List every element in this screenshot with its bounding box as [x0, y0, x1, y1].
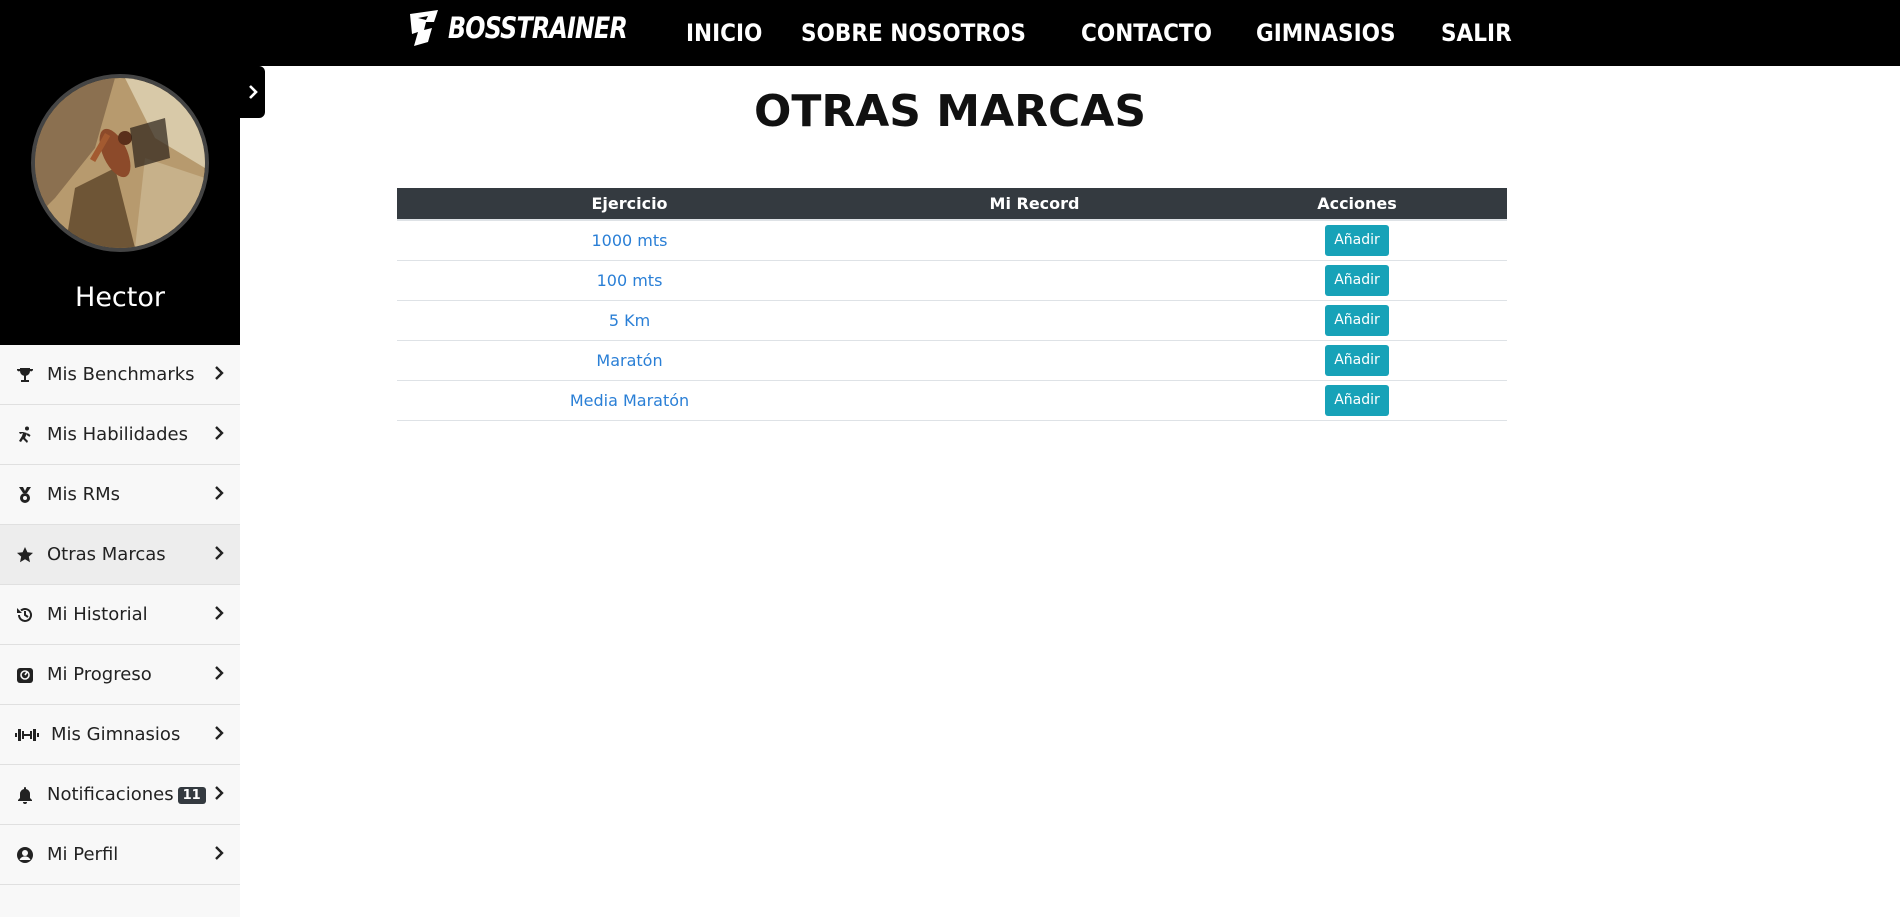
profile-panel: Hector	[0, 66, 240, 345]
main-nav: INICIO SOBRE NOSOTROS CONTACTO GIMNASIOS…	[686, 0, 1550, 66]
record-cell	[862, 380, 1207, 421]
chevron-right-icon	[214, 605, 224, 625]
bell-icon	[15, 785, 35, 805]
sidebar-item-mi-progreso[interactable]: Mi Progreso	[0, 645, 240, 705]
running-icon	[15, 425, 35, 445]
nav-salir[interactable]: SALIR	[1441, 19, 1512, 47]
record-cell	[862, 220, 1207, 261]
chevron-right-icon	[214, 665, 224, 685]
sidebar-menu: Mis Benchmarks Mis Habilidades Mis RMs O…	[0, 345, 240, 885]
column-header-acciones: Acciones	[1207, 188, 1507, 221]
sidebar-item-label: Mi Historial	[47, 604, 148, 625]
record-cell	[862, 300, 1207, 341]
progress-icon	[15, 665, 35, 685]
avatar-photo	[35, 78, 205, 248]
sidebar-item-label: Mis Gimnasios	[51, 724, 181, 745]
star-icon	[15, 545, 35, 565]
record-cell	[862, 340, 1207, 381]
chevron-right-icon	[214, 725, 224, 745]
sidebar: Hector Mis Benchmarks Mis Habilidades Mi…	[0, 66, 240, 917]
sidebar-item-label: Notificaciones 11	[47, 784, 206, 805]
top-navbar: BOSSTRAINER INICIO SOBRE NOSOTROS CONTAC…	[0, 0, 1900, 66]
sidebar-item-label: Mis RMs	[47, 484, 121, 505]
medal-icon	[15, 485, 35, 505]
brand-logo[interactable]: BOSSTRAINER	[408, 6, 666, 50]
chevron-right-icon	[214, 845, 224, 865]
sidebar-item-notificaciones[interactable]: Notificaciones 11	[0, 765, 240, 825]
exercise-link[interactable]: 1000 mts	[592, 231, 668, 250]
sidebar-item-mi-perfil[interactable]: Mi Perfil	[0, 825, 240, 885]
sidebar-item-label-text: Notificaciones	[47, 784, 174, 805]
table-row: 1000 mts Añadir	[397, 220, 1507, 261]
logo-icon	[410, 10, 438, 46]
sidebar-item-mi-historial[interactable]: Mi Historial	[0, 585, 240, 645]
nav-inicio[interactable]: INICIO	[686, 19, 762, 47]
sidebar-item-mis-gimnasios[interactable]: Mis Gimnasios	[0, 705, 240, 765]
add-record-button[interactable]: Añadir	[1325, 344, 1389, 376]
chevron-right-icon	[214, 425, 224, 445]
username: Hector	[75, 282, 165, 313]
user-circle-icon	[15, 845, 35, 865]
sidebar-item-otras-marcas[interactable]: Otras Marcas	[0, 525, 240, 585]
page-title: OTRAS MARCAS	[753, 86, 1147, 137]
record-cell	[862, 260, 1207, 301]
trophy-icon	[15, 365, 35, 385]
dumbbell-icon	[15, 725, 39, 745]
sidebar-item-label: Otras Marcas	[47, 544, 166, 565]
avatar	[31, 74, 209, 252]
sidebar-item-mis-benchmarks[interactable]: Mis Benchmarks	[0, 345, 240, 405]
logo-text: BOSSTRAINER	[448, 11, 628, 45]
add-record-button[interactable]: Añadir	[1325, 264, 1389, 296]
table-row: 100 mts Añadir	[397, 260, 1507, 301]
add-record-button[interactable]: Añadir	[1325, 304, 1389, 336]
column-header-mi-record: Mi Record	[862, 188, 1207, 221]
exercise-link[interactable]: 100 mts	[597, 271, 663, 290]
exercise-link[interactable]: Media Maratón	[570, 391, 689, 410]
chevron-right-icon	[214, 365, 224, 385]
sidebar-item-mis-rms[interactable]: Mis RMs	[0, 465, 240, 525]
records-table: Ejercicio Mi Record Acciones 1000 mts Añ…	[397, 188, 1507, 421]
table-row: Media Maratón Añadir	[397, 380, 1507, 421]
notification-count-badge: 11	[177, 786, 206, 804]
chevron-right-icon	[214, 485, 224, 505]
sidebar-item-label: Mis Benchmarks	[47, 364, 195, 385]
chevron-right-icon	[214, 785, 224, 805]
table-header-row: Ejercicio Mi Record Acciones	[397, 188, 1507, 221]
nav-contacto[interactable]: CONTACTO	[1081, 19, 1212, 47]
column-header-ejercicio: Ejercicio	[397, 188, 862, 221]
exercise-link[interactable]: Maratón	[596, 351, 662, 370]
sidebar-item-label: Mi Progreso	[47, 664, 152, 685]
nav-sobre-nosotros[interactable]: SOBRE NOSOTROS	[801, 19, 1026, 47]
table-row: 5 Km Añadir	[397, 300, 1507, 341]
add-record-button[interactable]: Añadir	[1325, 384, 1389, 416]
history-icon	[15, 605, 35, 625]
table-row: Maratón Añadir	[397, 340, 1507, 381]
sidebar-item-mis-habilidades[interactable]: Mis Habilidades	[0, 405, 240, 465]
sidebar-item-label: Mis Habilidades	[47, 424, 188, 445]
exercise-link[interactable]: 5 Km	[609, 311, 650, 330]
add-record-button[interactable]: Añadir	[1325, 224, 1389, 256]
nav-gimnasios[interactable]: GIMNASIOS	[1256, 19, 1396, 47]
sidebar-item-label: Mi Perfil	[47, 844, 119, 865]
chevron-right-icon	[214, 545, 224, 565]
